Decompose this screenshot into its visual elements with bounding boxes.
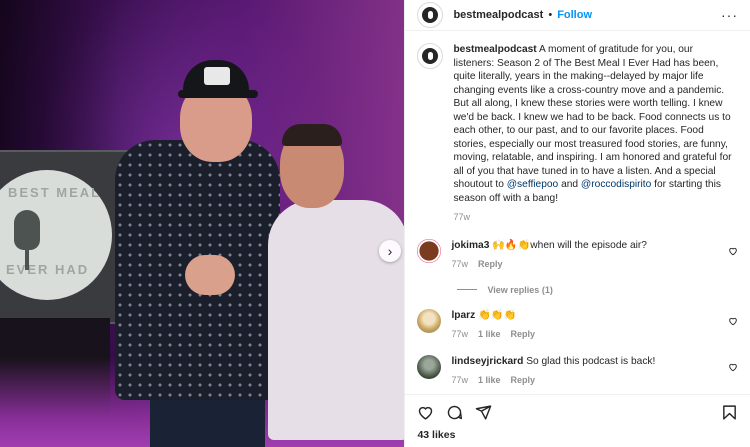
logo-text-bottom: EVER HAD (6, 262, 90, 277)
header-username[interactable]: bestmealpodcast (453, 9, 543, 21)
view-replies-label: View replies (1) (487, 284, 553, 295)
caption-body: A moment of gratitude for you, our liste… (453, 44, 732, 190)
caption-and: and (561, 179, 579, 190)
chevron-right-icon: › (387, 243, 393, 259)
caption-avatar[interactable] (417, 43, 444, 69)
reply-button[interactable]: Reply (478, 258, 503, 271)
bookmark-icon[interactable] (721, 404, 738, 421)
action-bar (405, 394, 750, 429)
heart-icon[interactable] (728, 316, 738, 326)
comment-item: lparz 👏👏👏 77w 1 like Reply (417, 308, 738, 341)
person-right-hair (282, 124, 342, 146)
comment-item: lindseyjrickard So glad this podcast is … (417, 354, 738, 387)
next-photo-button[interactable]: › (379, 240, 401, 262)
comment-item: jokima3 🙌🔥👏when will the episode air? 77… (417, 238, 738, 271)
post-header: bestmealpodcast • Follow ··· (405, 0, 750, 31)
cap-brim (178, 90, 258, 98)
reply-button[interactable]: Reply (511, 374, 536, 387)
logo-text-top: BEST MEAL (8, 185, 102, 200)
post-modal: BEST MEAL EVER HAD › bestmealpodcast • F… (0, 0, 750, 447)
comment-time[interactable]: 77w (451, 374, 468, 387)
microphone-stand (25, 248, 29, 270)
likes-count[interactable]: 1 like (478, 374, 501, 387)
avatar[interactable] (417, 308, 442, 333)
comment-username[interactable]: jokima3 (451, 240, 489, 251)
person-left-hand (185, 255, 235, 295)
view-replies-button[interactable]: View replies (1) (457, 285, 738, 295)
heart-icon[interactable] (417, 404, 434, 421)
microphone-icon (14, 210, 40, 250)
cap-patch (204, 67, 230, 85)
likes-total[interactable]: 43 likes (405, 429, 750, 447)
comments-section[interactable]: bestmealpodcast A moment of gratitude fo… (405, 31, 750, 394)
caption-username[interactable]: bestmealpodcast (453, 44, 536, 55)
post-caption: bestmealpodcast A moment of gratitude fo… (417, 31, 738, 225)
avatar[interactable] (417, 238, 442, 263)
avatar[interactable] (417, 354, 442, 379)
post-photo[interactable]: BEST MEAL EVER HAD › (0, 0, 405, 447)
person-right-shirt (268, 200, 405, 440)
reply-button[interactable]: Reply (511, 328, 536, 341)
comment-time[interactable]: 77w (451, 328, 468, 341)
comment-icon[interactable] (446, 404, 463, 421)
replies-line (457, 289, 478, 290)
caption-time[interactable]: 77w (453, 211, 470, 225)
mention-link[interactable]: @seffiepoo (507, 179, 559, 190)
follow-button[interactable]: Follow (557, 9, 592, 21)
heart-icon[interactable] (728, 246, 738, 256)
likes-count[interactable]: 1 like (478, 328, 501, 341)
comment-text: So glad this podcast is back! (526, 355, 656, 367)
heart-icon[interactable] (728, 362, 738, 372)
avatar[interactable] (417, 2, 444, 28)
post-details-panel: bestmealpodcast • Follow ··· bestmealpod… (404, 0, 750, 447)
mention-link[interactable]: @roccodispirito (581, 179, 651, 190)
comment-text: 🙌🔥👏when will the episode air? (492, 239, 647, 251)
share-icon[interactable] (475, 404, 492, 421)
more-options-icon[interactable]: ··· (721, 7, 738, 23)
comment-time[interactable]: 77w (451, 258, 468, 271)
caption-text: bestmealpodcast A moment of gratitude fo… (453, 43, 733, 225)
header-separator: • (548, 9, 553, 21)
comment-username[interactable]: lindseyjrickard (451, 356, 523, 367)
comment-username[interactable]: lparz (451, 310, 475, 321)
comment-text: 👏👏👏 (478, 309, 517, 321)
